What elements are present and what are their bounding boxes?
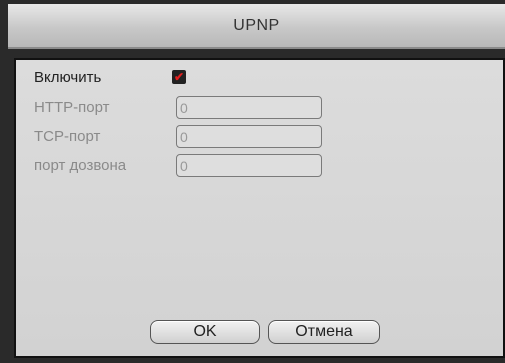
tcp-port-row: TCP-порт 0 (34, 123, 322, 149)
http-port-input[interactable]: 0 (176, 95, 322, 119)
http-port-row: HTTP-порт 0 (34, 94, 322, 120)
tcp-port-input[interactable]: 0 (176, 124, 322, 148)
tcp-port-label: TCP-порт (34, 127, 101, 145)
dialog-titlebar: UPNP (8, 4, 505, 49)
enable-label: Включить (34, 68, 102, 86)
http-port-label: HTTP-порт (34, 98, 110, 116)
enable-checkbox[interactable]: ✔ (172, 70, 186, 84)
dial-port-row: порт дозвона 0 (34, 152, 322, 178)
enable-row: Включить ✔ (34, 64, 186, 90)
upnp-dialog: UPNP Включить ✔ HTTP-порт 0 TCP-порт 0 п… (0, 0, 505, 363)
dial-port-label: порт дозвона (34, 156, 127, 174)
ok-button[interactable]: OK (150, 320, 260, 344)
dial-port-input[interactable]: 0 (176, 153, 322, 177)
dialog-content: Включить ✔ HTTP-порт 0 TCP-порт 0 порт д… (14, 58, 505, 358)
checkmark-icon: ✔ (173, 70, 185, 84)
dialog-title: UPNP (233, 16, 280, 34)
cancel-button[interactable]: Отмена (268, 320, 380, 344)
